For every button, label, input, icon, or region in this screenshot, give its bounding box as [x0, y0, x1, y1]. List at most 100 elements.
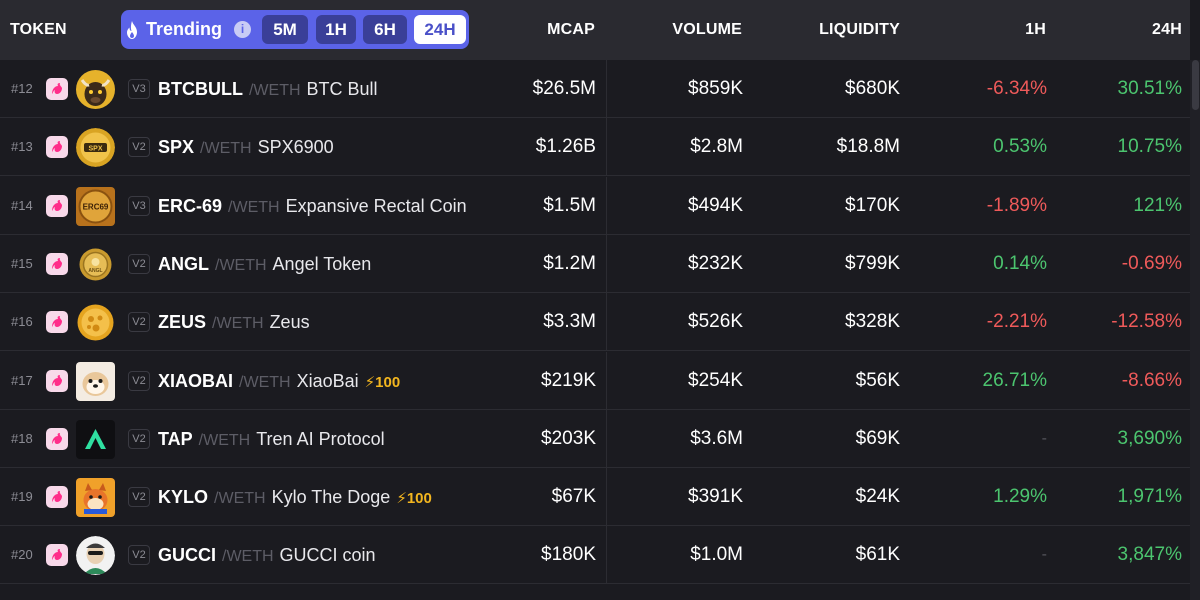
info-icon[interactable]: i: [234, 21, 251, 38]
trending-label[interactable]: Trending: [146, 10, 222, 49]
column-divider: [606, 526, 607, 585]
scrollbar-track[interactable]: [1190, 60, 1200, 600]
change-24h-value: 1,971%: [1117, 486, 1182, 508]
token-avatar: [76, 361, 115, 401]
change-24h-value: 121%: [1133, 194, 1182, 216]
change-1h-value: -: [1041, 429, 1047, 447]
token-symbol[interactable]: SPX: [158, 137, 194, 157]
token-symbol[interactable]: XIAOBAI: [158, 371, 233, 391]
volume-value: $494K: [688, 194, 743, 216]
mcap-value: $1.26B: [535, 136, 596, 158]
token-avatar: SPX: [76, 128, 115, 168]
token-cell[interactable]: ANGL/WETH Angel Token: [158, 235, 371, 295]
version-badge: V2: [128, 253, 150, 274]
uniswap-icon[interactable]: [46, 252, 68, 275]
timeframe-24h-button[interactable]: 24H: [414, 15, 466, 44]
svg-text:ERC69: ERC69: [83, 202, 109, 211]
token-cell[interactable]: XIAOBAI/WETH XiaoBai ⚡100: [158, 352, 400, 412]
token-pair: /WETH: [239, 373, 291, 391]
token-pair: /WETH: [228, 198, 280, 216]
column-header-liquidity[interactable]: LIQUIDITY: [819, 0, 900, 60]
token-pair: /WETH: [248, 82, 301, 99]
svg-text:ANGL: ANGL: [88, 268, 102, 274]
token-pair: /WETH: [215, 256, 267, 274]
timeframe-1h-button[interactable]: 1H: [316, 15, 356, 44]
version-badge: V2: [128, 370, 150, 391]
timeframe-5m-button[interactable]: 5M: [262, 15, 308, 44]
token-symbol[interactable]: ANGL: [158, 254, 209, 274]
table-row[interactable]: #20 V2 GUCCI/WETH GUCCI coin $180K $1.0M $61K -…: [0, 526, 1190, 586]
table-row[interactable]: #16 V2 ZEUS/WETH Zeus $3.3M $526K $328K -2.21% -…: [0, 293, 1190, 353]
table-row[interactable]: #17 V2 XIAOBAI/WETH XiaoBai ⚡100 $219K $254K $5…: [0, 351, 1190, 412]
uniswap-icon[interactable]: [46, 194, 68, 217]
table-row[interactable]: #12 V3 BTCBULL/WETH BTC Bull $26.5M $859K $680…: [0, 60, 1190, 118]
uniswap-icon[interactable]: [46, 78, 68, 100]
token-symbol[interactable]: BTCBULL: [158, 79, 243, 99]
volume-value: $526K: [688, 311, 743, 333]
mcap-value: $3.3M: [543, 311, 596, 333]
liquidity-value: $799K: [845, 252, 900, 274]
column-header-mcap[interactable]: MCAP: [547, 0, 595, 60]
uniswap-icon[interactable]: [46, 486, 68, 509]
column-header-token[interactable]: TOKEN: [10, 0, 67, 60]
table-row[interactable]: #13 SPX V2 SPX/WETH SPX6900 $1.26B $2.8M $18.8M…: [0, 118, 1190, 178]
token-symbol[interactable]: KYLO: [158, 487, 208, 507]
token-cell[interactable]: BTCBULL/WETH BTC Bull: [158, 60, 378, 120]
flame-icon: [127, 21, 137, 39]
liquidity-value: $680K: [845, 78, 900, 99]
column-divider: [606, 351, 607, 410]
table-row[interactable]: #14 ERC69 V3 ERC-69/WETH Expansive Rectal Co…: [0, 176, 1190, 237]
change-24h-value: -0.69%: [1121, 252, 1182, 274]
svg-text:SPX: SPX: [88, 146, 102, 153]
rank-label: #14: [11, 197, 33, 213]
token-name: Tren AI Protocol: [256, 428, 385, 449]
volume-value: $1.0M: [690, 544, 743, 566]
volume-value: $3.6M: [690, 427, 743, 449]
token-avatar: [76, 303, 115, 342]
change-1h-value: 1.29%: [993, 486, 1047, 508]
change-24h-value: 3,847%: [1117, 544, 1182, 566]
uniswap-icon[interactable]: [46, 311, 68, 334]
uniswap-icon[interactable]: [46, 136, 68, 159]
uniswap-icon[interactable]: [46, 427, 68, 450]
volume-value: $254K: [688, 369, 743, 391]
liquidity-value: $24K: [855, 486, 900, 508]
version-badge: V3: [128, 79, 150, 99]
rank-label: #16: [11, 314, 33, 330]
change-1h-value: 0.53%: [993, 136, 1047, 158]
version-badge: V2: [128, 487, 150, 508]
column-header-1h[interactable]: 1H: [1025, 0, 1046, 60]
token-avatar: ERC69: [76, 186, 115, 226]
column-header-24h[interactable]: 24H: [1152, 0, 1182, 60]
token-cell[interactable]: ERC-69/WETH Expansive Rectal Coin: [158, 177, 467, 237]
token-avatar: [76, 478, 115, 518]
token-symbol[interactable]: GUCCI: [158, 545, 216, 565]
token-symbol[interactable]: TAP: [158, 429, 193, 449]
token-symbol[interactable]: ERC-69: [158, 196, 222, 216]
scrollbar-thumb[interactable]: [1192, 60, 1199, 110]
token-cell[interactable]: TAP/WETH Tren AI Protocol: [158, 410, 385, 470]
token-pair: /WETH: [212, 315, 264, 333]
uniswap-icon[interactable]: [46, 369, 68, 392]
rank-label: #20: [11, 547, 33, 563]
table-row[interactable]: #18 V2 TAP/WETH Tren AI Protocol $203K $3.6M $…: [0, 409, 1190, 470]
change-1h-value: -6.34%: [986, 78, 1047, 99]
table-row[interactable]: #19 V2 KYLO/WETH Kylo The Doge ⚡100 $67K $391K…: [0, 468, 1190, 528]
liquidity-value: $61K: [855, 544, 900, 566]
table-row[interactable]: #15 ANGL V2 ANGL/WETH Angel Token $1.2M $232K $…: [0, 234, 1190, 295]
token-cell[interactable]: SPX/WETH SPX6900: [158, 118, 334, 178]
change-24h-value: -8.66%: [1121, 369, 1182, 391]
token-cell[interactable]: KYLO/WETH Kylo The Doge ⚡100: [158, 468, 432, 528]
timeframe-6h-button[interactable]: 6H: [363, 15, 407, 44]
token-symbol[interactable]: ZEUS: [158, 312, 206, 332]
liquidity-value: $328K: [845, 311, 900, 333]
token-cell[interactable]: GUCCI/WETH GUCCI coin: [158, 526, 376, 586]
token-cell[interactable]: ZEUS/WETH Zeus: [158, 293, 310, 353]
uniswap-icon[interactable]: [46, 544, 68, 567]
liquidity-value: $18.8M: [836, 136, 900, 158]
column-header-volume[interactable]: VOLUME: [672, 0, 742, 60]
change-1h-value: 26.71%: [982, 369, 1047, 391]
volume-value: $232K: [688, 252, 743, 274]
token-name: XiaoBai: [296, 370, 359, 391]
change-24h-value: -12.58%: [1111, 311, 1182, 333]
